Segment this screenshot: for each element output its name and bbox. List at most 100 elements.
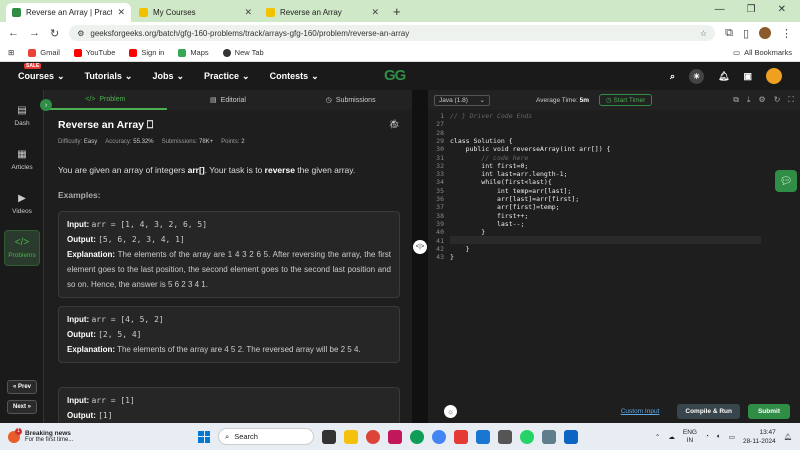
browser-tab-0[interactable]: Reverse an Array | Practice | Ge ✕	[6, 3, 131, 22]
cloud-icon[interactable]: ☁	[668, 433, 675, 441]
rail-item-videos[interactable]: ▶ Videos	[4, 186, 40, 222]
next-button[interactable]: Next »	[7, 400, 37, 414]
bookmark-gmail[interactable]: Gmail	[28, 48, 60, 57]
app-icon[interactable]	[454, 429, 468, 444]
search-icon[interactable]: ⌕	[670, 71, 675, 82]
close-icon[interactable]: ✕	[117, 7, 125, 18]
bookmark-newtab[interactable]: New Tab	[222, 48, 264, 57]
bell-icon[interactable]: 🔔︎	[718, 71, 729, 82]
chat-icon[interactable]: 💬︎	[775, 170, 797, 192]
taskbar-search[interactable]: ⌕ Search	[218, 428, 314, 445]
vscode-icon[interactable]	[476, 429, 490, 444]
pane-divider[interactable]: <|>	[412, 90, 428, 423]
code-editor[interactable]: 1 27 28 29 30 31 32 33 34 35 36 37 38 39 40 41 42 43 // }…	[428, 110, 763, 400]
theme-toggle-icon[interactable]: ☀	[689, 68, 705, 84]
browser-tab-1[interactable]: My Courses ✕	[133, 3, 258, 22]
extensions-icon[interactable]: ⧉	[725, 27, 733, 40]
code-line[interactable]: // code here	[450, 154, 528, 162]
drag-handle-icon[interactable]: <|>	[413, 240, 427, 254]
chrome-icon[interactable]	[432, 429, 446, 444]
code-line[interactable]: }	[450, 228, 485, 236]
code-line[interactable]: while(first<last){	[450, 178, 551, 186]
close-icon[interactable]: ✕	[244, 7, 252, 18]
copy-icon[interactable]: ⧉	[733, 95, 739, 105]
code-line[interactable]: // } Driver Code Ends	[450, 112, 532, 120]
close-icon[interactable]: ✕	[371, 7, 379, 18]
chevron-up-icon[interactable]: ⌃	[655, 433, 660, 441]
whatsapp-icon[interactable]	[520, 429, 534, 444]
download-icon[interactable]: ⤓	[747, 95, 751, 105]
nav-tutorials[interactable]: Tutorials ⌄	[85, 71, 133, 82]
code-line[interactable]: class Solution {	[450, 137, 513, 145]
notifications-icon[interactable]: 🔔︎	[784, 433, 792, 441]
rail-item-problems[interactable]: </> Problems	[4, 230, 40, 266]
apps-grid-icon[interactable]: ⊞	[8, 48, 14, 57]
app-icon[interactable]	[388, 429, 402, 444]
sidebar-icon[interactable]: ▯	[743, 27, 749, 40]
code-line[interactable]: }	[450, 245, 470, 253]
start-timer-button[interactable]: ◷ Start Timer	[599, 94, 653, 106]
all-bookmarks[interactable]: ▭ All Bookmarks	[733, 48, 792, 57]
task-view-icon[interactable]	[322, 429, 336, 444]
settings-icon[interactable]: ⚙	[759, 95, 766, 105]
gfg-logo[interactable]: GG	[384, 67, 406, 84]
edge-icon[interactable]	[410, 429, 424, 444]
lightbulb-icon[interactable]: ☼	[444, 405, 457, 418]
clock[interactable]: 13:47 28-11-2024	[743, 428, 776, 446]
back-icon[interactable]: ←	[8, 27, 19, 39]
minimize-icon[interactable]: —	[715, 4, 725, 15]
wifi-icon[interactable]: ◔	[705, 433, 709, 440]
rail-item-articles[interactable]: ▦ Articles	[4, 142, 40, 178]
bug-report-icon[interactable]: 🐞︎	[389, 119, 400, 130]
forward-icon[interactable]: →	[29, 27, 40, 39]
close-window-icon[interactable]: ✕	[778, 4, 786, 15]
rail-item-dash[interactable]: ▤ Dash	[4, 98, 40, 134]
code-line[interactable]: int last=arr.length-1;	[450, 170, 567, 178]
battery-icon[interactable]: ▭	[729, 433, 735, 441]
tab-problem[interactable]: </> Problem	[44, 90, 167, 110]
code-line[interactable]: int temp=arr[last];	[450, 187, 571, 195]
bookmark-icon[interactable]: ⎕	[147, 119, 153, 131]
profile-avatar[interactable]	[759, 27, 771, 39]
chrome-icon[interactable]	[366, 429, 380, 444]
nav-jobs[interactable]: Jobs ⌄	[152, 71, 184, 82]
code-line[interactable]: public void reverseArray(int arr[]) {	[450, 145, 611, 153]
prev-button[interactable]: « Prev	[7, 380, 37, 394]
tab-submissions[interactable]: ◷ Submissions	[289, 90, 412, 110]
bookmark-maps[interactable]: Maps	[178, 48, 209, 57]
reload-icon[interactable]: ↻	[50, 27, 59, 40]
file-explorer-icon[interactable]	[344, 429, 358, 444]
input-language[interactable]: ENG IN	[683, 429, 697, 445]
maximize-icon[interactable]: ❐	[747, 4, 756, 15]
custom-input-link[interactable]: Custom Input	[621, 408, 660, 415]
menu-kebab-icon[interactable]: ⋮	[781, 27, 792, 40]
bookmark-signin[interactable]: Sign in	[129, 48, 164, 57]
code-line[interactable]: arr[first]=temp;	[450, 203, 560, 211]
linkedin-icon[interactable]	[564, 429, 578, 444]
code-line[interactable]: int first=0;	[450, 162, 528, 170]
volume-icon[interactable]: 🔈︎	[717, 433, 721, 441]
code-line[interactable]: last--;	[450, 220, 524, 228]
bookmark-youtube[interactable]: YouTube	[73, 48, 115, 57]
settings-icon[interactable]	[542, 429, 556, 444]
code-line[interactable]: arr[last]=arr[first];	[450, 195, 579, 203]
browser-tab-2[interactable]: Reverse an Array ✕	[260, 3, 385, 22]
cards-icon[interactable]: ▣	[743, 71, 752, 82]
new-tab-button[interactable]: +	[387, 4, 407, 22]
nav-courses[interactable]: SALE Courses ⌄	[18, 62, 65, 82]
site-info-icon[interactable]: ⚙	[77, 29, 84, 38]
windows-start-icon[interactable]	[198, 430, 210, 443]
submit-button[interactable]: Submit	[747, 404, 790, 419]
url-field[interactable]: ⚙ geeksforgeeks.org/batch/gfg-160-proble…	[69, 25, 716, 41]
language-select[interactable]: Java (1.8) ⌄	[434, 94, 490, 106]
nav-contests[interactable]: Contests ⌄	[270, 71, 319, 82]
fullscreen-icon[interactable]: ⛶	[788, 95, 794, 105]
tab-editorial[interactable]: ▤ Editorial	[167, 90, 290, 110]
nav-practice[interactable]: Practice ⌄	[204, 71, 250, 82]
collapse-rail-button[interactable]: ›	[40, 99, 52, 111]
code-line[interactable]: first++;	[450, 212, 528, 220]
reset-icon[interactable]: ↻	[774, 95, 781, 105]
bookmark-star-icon[interactable]: ☆	[700, 29, 707, 38]
news-widget[interactable]: 1 Breaking news For the first time...	[8, 427, 198, 443]
code-line[interactable]: }	[450, 253, 454, 261]
